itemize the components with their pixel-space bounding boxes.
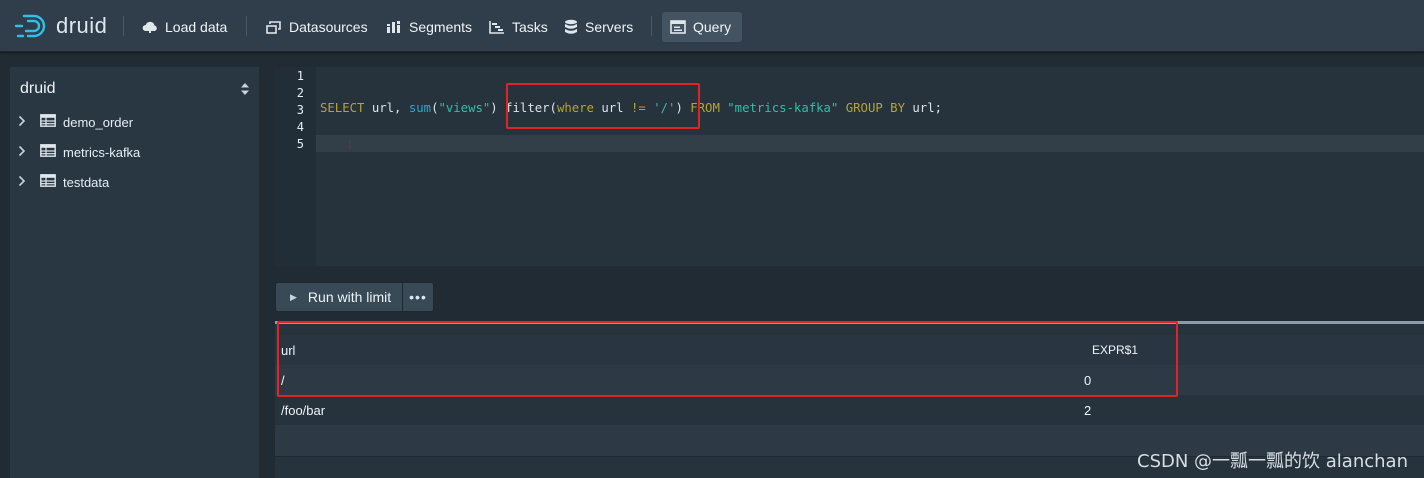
sql-string: "metrics-kafka": [727, 101, 839, 115]
run-with-limit-label: Run with limit: [307, 289, 392, 305]
cell-url: /foo/bar: [281, 403, 326, 418]
filter-annotation-box: [506, 83, 700, 129]
line-gutter: 1 2 3 4 5: [275, 67, 316, 266]
table-name: metrics-kafka: [63, 144, 141, 160]
nav-load-data[interactable]: Load data: [134, 12, 235, 42]
cell-expr: 2: [1084, 403, 1092, 418]
table-name: testdata: [63, 174, 110, 190]
play-icon: ▶: [290, 291, 297, 302]
nav-query-label: Query: [693, 19, 732, 35]
table-tree-item[interactable]: demo_order: [18, 111, 133, 133]
sql-keyword: SELECT: [320, 101, 365, 115]
line-number: 5: [296, 137, 304, 151]
chevron-right-icon[interactable]: [18, 115, 30, 130]
multi-select-icon: [266, 21, 281, 34]
text-cursor-marker-icon: ¦: [347, 139, 354, 150]
nav-datasources-label: Datasources: [289, 19, 368, 35]
stacked-chart-icon: [387, 21, 400, 33]
cloud-upload-icon: [142, 21, 157, 33]
sql-function: sum: [408, 101, 432, 115]
chevron-right-icon[interactable]: [18, 145, 30, 160]
results-annotation-box: [277, 321, 1178, 397]
nav-divider: [651, 16, 652, 36]
watermark-text: CSDN @一瓢一瓢的饮 alanchan: [1137, 451, 1408, 472]
logo-text: druid: [56, 13, 108, 38]
application-icon: [670, 20, 686, 34]
sql-text: url;: [904, 101, 943, 115]
nav-segments-label: Segments: [409, 19, 473, 35]
schema-sidebar: druid demo_order metrics-kafka testdata: [10, 67, 259, 478]
table-tree-item[interactable]: metrics-kafka: [18, 141, 140, 163]
double-caret-icon: [241, 83, 249, 95]
line-number: 3: [296, 103, 304, 117]
active-line-highlight: [316, 135, 1424, 152]
line-number: 2: [296, 86, 304, 100]
sql-string: "views": [438, 101, 491, 115]
query-editor[interactable]: 1 2 3 4 5 ¦ SELECT url, sum("views") fil…: [275, 67, 1424, 266]
chevron-right-icon[interactable]: [18, 175, 30, 190]
more-icon: •••: [409, 289, 427, 305]
run-controls: ▶ Run with limit •••: [275, 282, 434, 312]
nav-divider: [246, 16, 247, 36]
nav-divider: [123, 16, 124, 36]
line-number: 4: [296, 120, 304, 134]
table-row: /foo/bar 2: [275, 395, 1424, 426]
run-with-limit-button[interactable]: ▶ Run with limit: [275, 282, 403, 312]
sql-keyword: GROUP BY: [845, 101, 905, 115]
table-icon: [40, 144, 56, 160]
nav-servers-label: Servers: [585, 19, 634, 35]
database-name: druid: [20, 80, 56, 97]
table-icon: [40, 174, 56, 190]
gantt-chart-icon: [489, 21, 504, 34]
druid-logo-icon: [14, 14, 46, 38]
nav-load-data-label: Load data: [165, 19, 228, 35]
line-number: 1: [296, 69, 304, 83]
druid-logo[interactable]: druid: [14, 12, 107, 40]
nav-tasks[interactable]: Tasks: [481, 12, 556, 42]
nav-servers[interactable]: Servers: [556, 12, 641, 42]
sql-text: url,: [364, 101, 409, 115]
table-tree-item[interactable]: testdata: [18, 171, 109, 193]
table-name: demo_order: [63, 114, 134, 130]
sql-text: ): [490, 101, 506, 115]
nav-query[interactable]: Query: [662, 12, 742, 42]
database-icon: [565, 19, 577, 34]
top-navbar: druid Load data Datasources Segments Tas…: [0, 0, 1424, 52]
table-icon: [40, 114, 56, 130]
database-select[interactable]: druid: [20, 77, 250, 101]
nav-segments[interactable]: Segments: [378, 12, 480, 42]
nav-tasks-label: Tasks: [512, 19, 548, 35]
more-options-button[interactable]: •••: [403, 282, 434, 312]
nav-datasources[interactable]: Datasources: [258, 12, 376, 42]
